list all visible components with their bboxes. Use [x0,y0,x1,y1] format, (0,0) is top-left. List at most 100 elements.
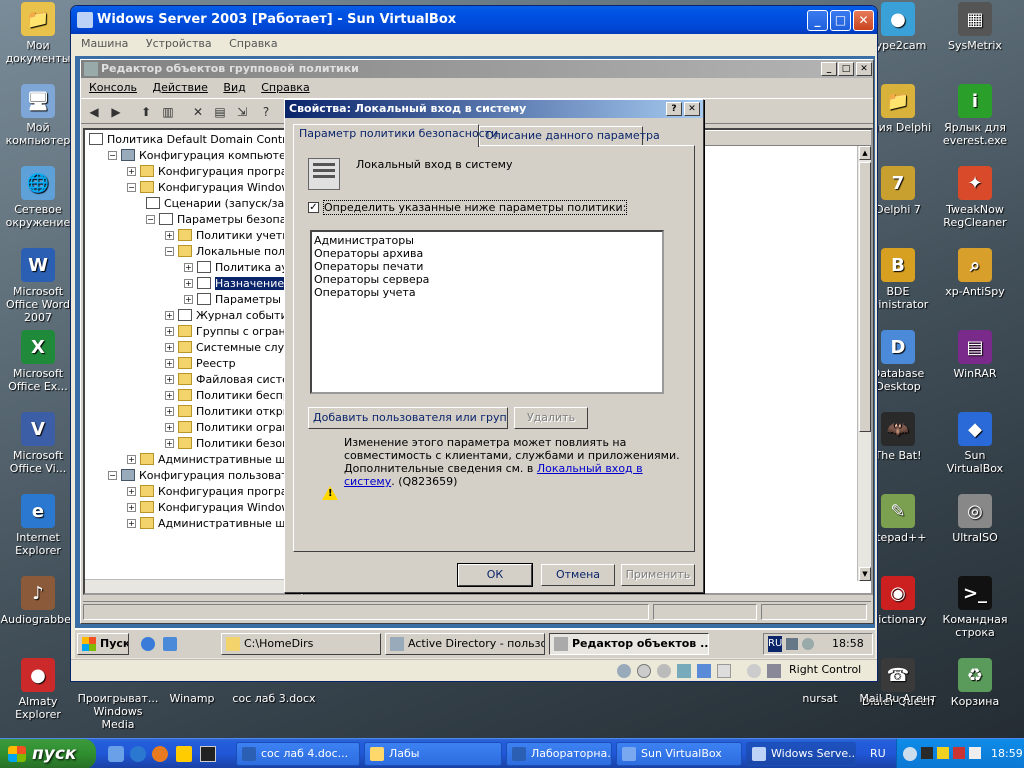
details-scrollbar[interactable]: ▲ ▼ [857,146,871,581]
menu-help[interactable]: Справка [229,37,277,50]
tree-node[interactable]: + Конфигурация Windows [127,500,296,516]
forward-icon[interactable]: ▶ [107,103,125,121]
ie-icon[interactable] [130,746,146,762]
desktop-icon[interactable]: ♪ Audiograbber [0,576,78,626]
cancel-button[interactable]: Отмена [541,564,615,586]
scroll-up-icon[interactable]: ▲ [859,146,871,160]
tab-security-policy[interactable]: Параметр политики безопасности [293,124,498,147]
expand-icon[interactable]: + [165,231,174,240]
remove-button[interactable]: Удалить [514,407,588,429]
tree-node[interactable]: + Конфигурация программ [127,484,299,500]
expand-icon[interactable]: + [127,487,136,496]
list-item[interactable]: Администраторы [314,234,660,247]
desktop-icon[interactable]: X Microsoft Office Ex... [0,330,78,393]
properties-icon[interactable]: ▤ [211,103,229,121]
ok-button[interactable]: ОК [457,563,533,587]
list-item[interactable]: Операторы архива [314,247,660,260]
dialog-close-button[interactable]: ✕ [684,102,700,116]
expand-icon[interactable]: + [165,391,174,400]
tree-node[interactable]: − Параметры безопасно [146,212,299,228]
tree-node[interactable]: − Конфигурация пользователя [108,468,299,484]
tree-node[interactable]: Политика Default Domain Controllers [89,132,299,148]
gpedit-close-button[interactable]: ✕ [856,62,872,76]
menu-help[interactable]: Справка [261,81,309,94]
host-task-virtualbox[interactable]: Sun VirtualBox [616,742,742,766]
collapse-icon[interactable]: − [127,183,136,192]
desktop-icon[interactable]: nursat [778,692,862,705]
network-adapter-icon[interactable] [717,664,731,678]
tree-node[interactable]: + Политики открытог [165,404,299,420]
guest-task-homedirs[interactable]: C:\HomeDirs [221,633,381,655]
media-icon[interactable] [152,746,168,762]
desktop-icon[interactable]: 🌐 Сетевое окружение [0,166,78,229]
expand-icon[interactable]: + [127,519,136,528]
tray-icon-2[interactable] [937,747,949,759]
desktop-icon[interactable]: 📁 Мои документы [0,2,78,65]
delete-icon[interactable]: ✕ [189,103,207,121]
host-task-soc-lab4[interactable]: сос лаб 4.doc... [236,742,360,766]
tree-node[interactable]: − Конфигурация Windows [127,180,296,196]
dialog-help-button[interactable]: ? [666,102,682,116]
scroll-down-icon[interactable]: ▼ [859,567,871,581]
desktop-icon[interactable]: W Microsoft Office Word 2007 [0,248,78,324]
guest-task-gpedit[interactable]: Редактор объектов ... [549,633,709,655]
desktop-icon[interactable]: ⌕ xp-AntiSpy [935,248,1015,298]
collapse-icon[interactable]: − [165,247,174,256]
desktop-icon[interactable]: ◆ Sun VirtualBox [935,412,1015,475]
hdd-icon[interactable] [617,664,631,678]
collapse-icon[interactable]: − [146,215,155,224]
tray-icon-4[interactable] [969,747,981,759]
expand-icon[interactable]: + [184,279,193,288]
expand-icon[interactable]: + [165,327,174,336]
tree-node[interactable]: + Административные шабло [127,452,299,468]
show-desktop-icon[interactable] [108,746,124,762]
vbox-title-bar[interactable]: Widows Server 2003 [Работает] - Sun Virt… [71,6,877,34]
list-item[interactable]: Операторы сервера [314,273,660,286]
tree-node[interactable]: − Конфигурация компьютера [108,148,299,164]
collapse-icon[interactable]: − [108,471,117,480]
gpedit-minimize-button[interactable]: _ [821,62,837,76]
tray-expand-icon[interactable] [903,747,917,761]
expand-icon[interactable]: + [127,167,136,176]
guest-screen[interactable]: Редактор объектов групповой политики _ □… [75,56,875,658]
host-task-laboratornaya[interactable]: Лабораторна... [506,742,612,766]
tree-node[interactable]: + Политики ограниче [165,420,299,436]
network-icon[interactable] [786,638,798,650]
gpedit-maximize-button[interactable]: □ [838,62,854,76]
shared-folder-icon[interactable] [697,664,711,678]
define-policy-label[interactable]: Определить указанные ниже параметры поли… [322,200,628,215]
paint-icon[interactable] [176,746,192,762]
quicklaunch-icon[interactable] [163,637,177,651]
desktop-icon[interactable]: 🖥 Мой компьютер [0,84,78,147]
tree-node[interactable]: + Реестр [165,356,236,372]
desktop-icon[interactable]: ✦ TweakNow RegCleaner [935,166,1015,229]
desktop-icon[interactable]: Mail.Ru Агент [856,692,940,705]
expand-icon[interactable]: + [127,455,136,464]
desktop-icon[interactable]: i Ярлык для everest.exe [935,84,1015,147]
host-lang[interactable]: RU [870,747,886,760]
tree-node[interactable]: +Группы с ограничен [165,324,299,340]
bat-icon[interactable] [200,746,216,762]
list-item[interactable]: Операторы учета [314,286,660,299]
tree-node[interactable]: + Журнал событий [165,308,295,324]
guest-task-active-directory[interactable]: Active Directory - пользо... [385,633,545,655]
tray-icon-1[interactable] [921,747,933,759]
up-folder-icon[interactable]: ⬆ [137,103,155,121]
tree-node[interactable]: + Политики беспрово [165,388,299,404]
export-icon[interactable]: ⇲ [233,103,251,121]
scroll-thumb[interactable] [859,162,871,432]
expand-icon[interactable]: + [165,423,174,432]
tree-node[interactable]: Сценарии (запуск/заве [146,196,297,212]
menu-view[interactable]: Вид [223,81,245,94]
capture-icon[interactable] [767,664,781,678]
desktop-icon[interactable]: сос лаб 3.docx [232,692,316,705]
gpedit-title-bar[interactable]: Редактор объектов групповой политики _ □… [81,60,873,78]
expand-icon[interactable]: + [165,439,174,448]
guest-start-button[interactable]: Пуск [77,633,129,655]
tree-node[interactable]: + Административные шабло [127,516,299,532]
help-icon[interactable]: ? [257,103,275,121]
back-icon[interactable]: ◀ [85,103,103,121]
desktop-icon[interactable]: ● Almaty Explorer [0,658,78,721]
tree-node[interactable]: − Локальные полити [165,244,299,260]
desktop-icon[interactable]: Проигрыват... Windows Media [76,692,160,731]
